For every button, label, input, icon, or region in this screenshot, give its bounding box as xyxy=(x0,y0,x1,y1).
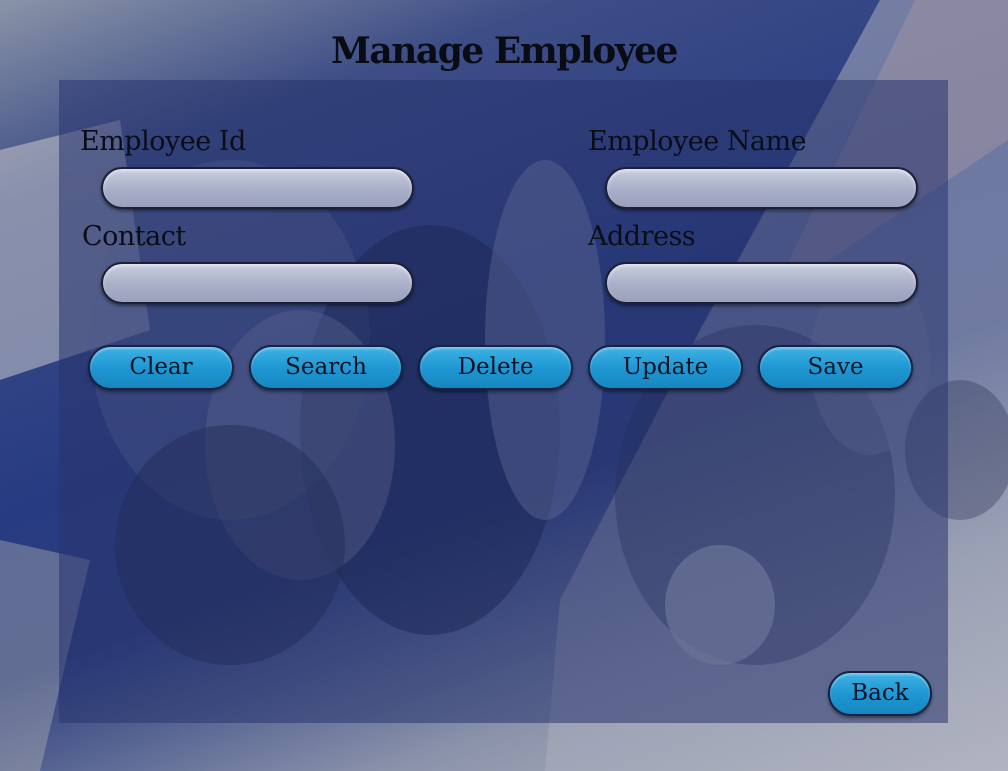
employee-name-input[interactable] xyxy=(605,167,918,209)
update-button[interactable]: Update xyxy=(588,345,743,390)
delete-button[interactable]: Delete xyxy=(418,345,573,390)
save-button[interactable]: Save xyxy=(758,345,913,390)
contact-input[interactable] xyxy=(101,262,414,304)
employee-id-label: Employee Id xyxy=(80,126,246,157)
address-label: Address xyxy=(588,221,696,252)
clear-button[interactable]: Clear xyxy=(88,345,234,390)
back-button[interactable]: Back xyxy=(828,671,932,716)
page-title: Manage Employee xyxy=(331,30,678,72)
employee-name-label: Employee Name xyxy=(588,126,807,157)
search-button[interactable]: Search xyxy=(249,345,403,390)
contact-label: Contact xyxy=(82,221,186,252)
address-input[interactable] xyxy=(605,262,918,304)
employee-id-input[interactable] xyxy=(101,167,414,209)
